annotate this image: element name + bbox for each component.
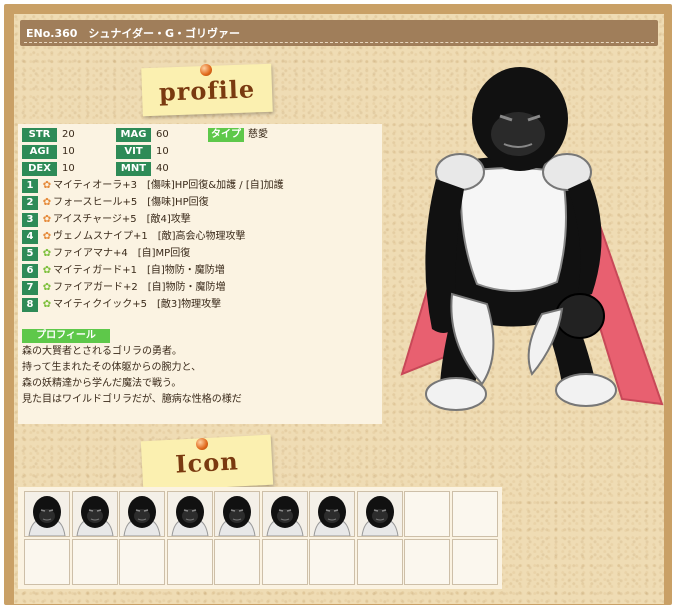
gorilla-icon: [357, 492, 402, 537]
skill-number: 1: [22, 179, 38, 193]
skill-text: フォースヒール+5 [傷味]HP回復: [53, 197, 209, 208]
skill-row: 4 ✿ ヴェノムスナイプ+1 [敵]高会心物理攻撃: [22, 230, 246, 244]
skill-text: ファイアマナ+4 [自]MP回復: [53, 248, 191, 259]
character-frame: ENo.360 シュナイダー・G・ゴリヴァー profile STR 20 AG…: [4, 4, 672, 605]
stat-value-str: 20: [62, 129, 75, 140]
gorilla-icon: [72, 492, 117, 537]
flower-icon: ✿: [42, 231, 52, 242]
profile-note-label: profile: [158, 74, 256, 107]
flower-icon: ✿: [42, 265, 52, 276]
stat-label-str: STR: [22, 128, 57, 142]
skill-text: マイティクイック+5 [敵3]物理攻撃: [53, 299, 222, 310]
skill-number: 2: [22, 196, 38, 210]
skill-row: 3 ✿ アイスチャージ+5 [敵4]攻撃: [22, 213, 191, 227]
empty-icon-slot: [71, 539, 118, 585]
skill-text: マイティオーラ+3 [傷味]HP回復&加護 / [自]加護: [53, 180, 284, 191]
flower-icon: ✿: [42, 180, 52, 191]
skill-row: 7 ✿ ファイアガード+2 [自]物防・魔防増: [22, 281, 226, 295]
type-label: タイプ: [208, 128, 244, 142]
empty-icon-slot: [404, 539, 450, 585]
cork-board: ENo.360 シュナイダー・G・ゴリヴァー profile STR 20 AG…: [14, 14, 664, 604]
stat-value-vit: 10: [156, 146, 169, 157]
gorilla-icon: [120, 492, 164, 537]
profile-line: 持って生まれたその体躯からの腕力と、: [22, 362, 202, 373]
skill-number: 5: [22, 247, 38, 261]
empty-icon-slot: [261, 539, 308, 585]
stat-label-dex: DEX: [22, 162, 57, 176]
gorilla-icon: [25, 492, 69, 537]
empty-icon-slot: [356, 539, 403, 585]
skill-number: 6: [22, 264, 38, 278]
character-portrait: [400, 67, 664, 411]
character-icon[interactable]: [214, 491, 260, 537]
flower-icon: ✿: [42, 197, 52, 208]
pushpin-icon: [200, 64, 212, 76]
empty-icon-slot: [166, 539, 213, 585]
empty-icon-slot: [24, 539, 70, 585]
flower-icon: ✿: [42, 299, 52, 310]
character-icon[interactable]: [24, 491, 70, 537]
skill-text: マイティガード+1 [自]物防・魔防増: [53, 265, 225, 276]
stat-label-agi: AGI: [22, 145, 57, 159]
profile-line: 森の大賢者とされるゴリラの勇者。: [22, 346, 182, 357]
skill-number: 3: [22, 213, 38, 227]
skill-row: 8 ✿ マイティクイック+5 [敵3]物理攻撃: [22, 298, 221, 312]
empty-icon-slot: [309, 539, 355, 585]
empty-icon-slot: [214, 539, 260, 585]
character-icon[interactable]: [71, 491, 118, 537]
skill-number: 8: [22, 298, 38, 312]
icon-note-label: Icon: [174, 446, 240, 479]
empty-icon-slot: [404, 491, 450, 537]
header-divider: [24, 42, 654, 43]
gorilla-icon: [262, 492, 307, 537]
character-icon[interactable]: [309, 491, 355, 537]
skill-row: 2 ✿ フォースヒール+5 [傷味]HP回復: [22, 196, 209, 210]
character-icon[interactable]: [166, 491, 213, 537]
icon-grid: [18, 487, 502, 589]
gorilla-icon: [215, 492, 259, 537]
skill-number: 4: [22, 230, 38, 244]
stat-label-vit: VIT: [116, 145, 151, 159]
character-icon[interactable]: [356, 491, 403, 537]
skill-text: ファイアガード+2 [自]物防・魔防増: [53, 282, 226, 293]
flower-icon: ✿: [42, 214, 52, 225]
empty-icon-slot: [451, 539, 498, 585]
empty-icon-slot: [451, 491, 498, 537]
skill-text: アイスチャージ+5 [敵4]攻撃: [53, 214, 191, 225]
skill-row: 1 ✿ マイティオーラ+3 [傷味]HP回復&加護 / [自]加護: [22, 179, 284, 193]
stat-value-dex: 10: [62, 163, 75, 174]
gorilla-icon: [167, 492, 212, 537]
gorilla-icon: [310, 492, 354, 537]
profile-line: 見た目はワイルドゴリラだが、臆病な性格の様だ: [22, 394, 242, 405]
stat-label-mag: MAG: [116, 128, 151, 142]
flower-icon: ✿: [42, 248, 52, 259]
type-value: 慈愛: [248, 129, 268, 140]
character-icon[interactable]: [261, 491, 308, 537]
character-icon[interactable]: [119, 491, 165, 537]
profile-tag: プロフィール: [22, 329, 110, 343]
pushpin-icon: [196, 438, 208, 450]
character-header: ENo.360 シュナイダー・G・ゴリヴァー: [20, 20, 658, 46]
stat-value-mnt: 40: [156, 163, 169, 174]
stat-value-agi: 10: [62, 146, 75, 157]
stat-label-mnt: MNT: [116, 162, 151, 176]
character-title: ENo.360 シュナイダー・G・ゴリヴァー: [26, 27, 241, 40]
skill-text: ヴェノムスナイプ+1 [敵]高会心物理攻撃: [53, 231, 246, 242]
empty-icon-slot: [119, 539, 165, 585]
skill-row: 6 ✿ マイティガード+1 [自]物防・魔防増: [22, 264, 225, 278]
skill-number: 7: [22, 281, 38, 295]
skill-row: 5 ✿ ファイアマナ+4 [自]MP回復: [22, 247, 190, 261]
profile-panel: STR 20 AGI 10 DEX 10 MAG 60 VIT 10 MNT 4…: [18, 124, 382, 424]
flower-icon: ✿: [42, 282, 52, 293]
stat-value-mag: 60: [156, 129, 169, 140]
profile-line: 森の妖精達から学んだ魔法で戦う。: [22, 378, 182, 389]
